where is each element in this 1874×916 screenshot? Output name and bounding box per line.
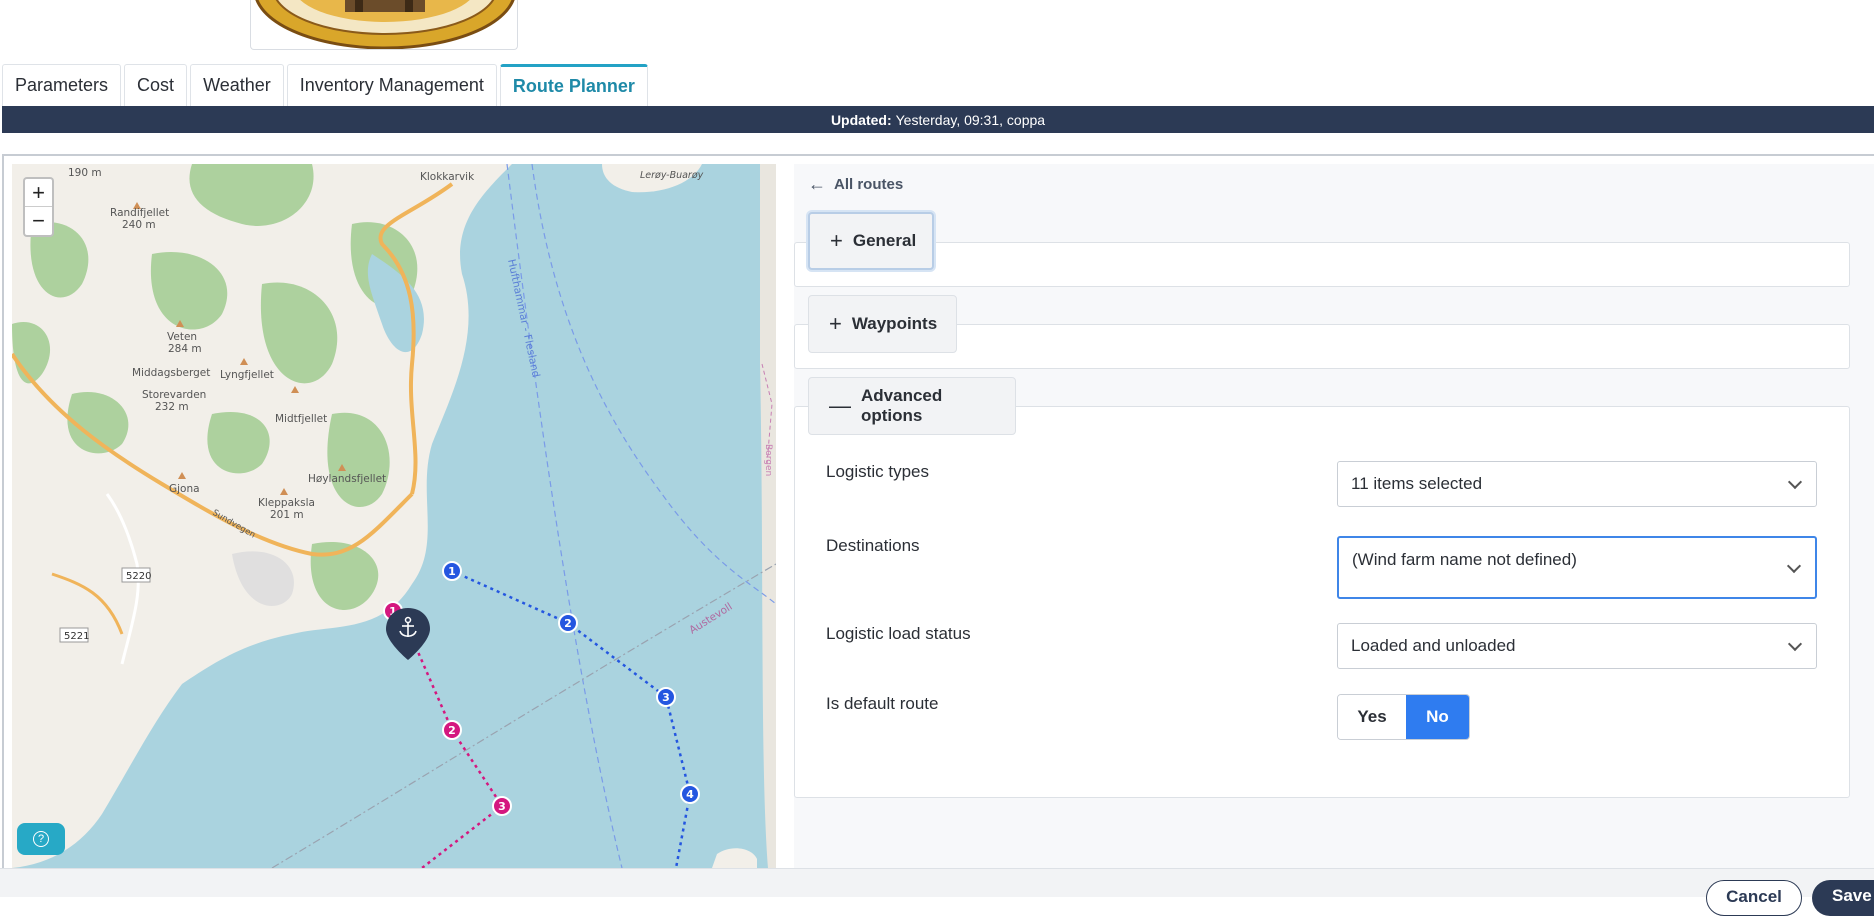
tab-bar: Parameters Cost Weather Inventory Manage… [2,64,648,106]
label-middagsberget: Middagsberget [132,367,210,379]
label-hufthammar: Hufthammar - Flesland [505,258,542,378]
destinations-label: Destinations [826,536,920,555]
footer-bar [0,868,1874,897]
save-button[interactable]: Save [1812,880,1874,916]
default-route-toggle: Yes No [1337,694,1470,740]
blue-waypoint-label: 1 [448,565,456,578]
logistic-types-select[interactable]: 11 items selected [1337,461,1817,507]
label-storevarden-h: 232 m [155,401,189,413]
destinations-select[interactable]: (Wind farm name not defined) [1337,536,1817,599]
destinations-value: (Wind farm name not defined) [1352,550,1577,569]
updated-value: Yesterday, 09:31, coppa [895,111,1046,128]
load-status-select[interactable]: Loaded and unloaded [1337,623,1817,669]
zoom-out-button[interactable]: − [25,207,52,235]
logistic-types-value: 11 items selected [1351,474,1483,493]
general-section-toggle[interactable]: + General [808,212,934,270]
blue-waypoint-label: 4 [686,788,694,801]
default-route-yes-button[interactable]: Yes [1338,695,1406,739]
label-leroy: Lerøy-Buarøy [640,170,704,181]
arrow-left-icon: ← [808,174,826,194]
update-status-bar: Updated: Yesterday, 09:31, coppa [2,106,1874,133]
chevron-down-icon [1786,558,1802,573]
advanced-section-label: Advanced options [861,386,943,425]
help-icon: ? [33,831,49,847]
label-veten: Veten [167,331,197,343]
label-klokkarvik: Klokkarvik [420,171,475,183]
label-road-5220: 5220 [126,571,151,582]
label-bergen: Bergen [763,444,773,476]
general-section-body [794,242,1850,287]
logistic-types-label: Logistic types [826,462,929,481]
plus-icon: + [830,228,843,253]
tab-route-planner[interactable]: Route Planner [499,64,648,106]
label-190m: 190 m [68,167,102,179]
updated-label: Updated: [830,111,892,128]
chevron-down-icon [1787,474,1803,490]
load-status-label: Logistic load status [826,624,971,643]
blue-waypoint-label: 2 [564,617,572,630]
label-hoylandsfjellet: Høylandsfjellet [308,473,386,485]
tab-weather[interactable]: Weather [190,64,284,106]
label-kleppaksla: Kleppaksla [258,497,315,509]
tab-inventory-management[interactable]: Inventory Management [286,64,497,106]
blue-waypoint[interactable]: 2 [558,613,578,633]
land-east-edge [760,164,776,868]
label-austevoll: Austevoll [687,601,734,637]
anchor-icon[interactable] [386,608,430,660]
pink-waypoint-label: 3 [498,800,506,813]
label-kleppaksla-h: 201 m [270,509,304,521]
default-route-no-button[interactable]: No [1406,695,1469,739]
tab-cost[interactable]: Cost [124,64,188,106]
advanced-section-toggle[interactable]: — Advanced options [808,377,1016,435]
waypoints-section-toggle[interactable]: + Waypoints [808,295,957,353]
chevron-down-icon [1787,636,1803,652]
label-randifjellet-h: 240 m [122,219,156,231]
all-routes-label: All routes [834,176,904,193]
plus-icon: + [829,311,842,336]
pink-waypoint[interactable]: 2 [442,720,462,740]
default-route-label: Is default route [826,694,939,713]
blue-waypoint-label: 3 [662,691,670,704]
label-storevarden: Storevarden [142,389,206,401]
help-button[interactable]: ? [17,823,65,855]
blue-waypoint[interactable]: 4 [680,784,700,804]
map-zoom-control: + − [23,177,54,237]
blue-waypoint[interactable]: 3 [656,687,676,707]
minus-icon: — [829,393,851,418]
all-routes-link[interactable]: ← All routes [808,174,903,195]
company-logo [250,0,518,50]
load-status-value: Loaded and unloaded [1351,636,1516,655]
label-randifjellet: Randifjellet [110,207,169,219]
label-midtfjellet: Midtfjellet [275,413,327,425]
label-veten-h: 284 m [168,343,202,355]
cancel-button[interactable]: Cancel [1706,880,1802,916]
label-lyngfjellet: Lyngfjellet [220,369,274,381]
label-gjona: Gjona [169,483,200,495]
route-map[interactable]: Klokkarvik Lerøy-Buarøy 190 m Randifjell… [12,164,776,868]
general-section-label: General [852,231,917,250]
blue-waypoint[interactable]: 1 [442,561,462,581]
label-road-5221: 5221 [64,631,89,642]
tab-parameters[interactable]: Parameters [2,64,122,106]
zoom-in-button[interactable]: + [25,179,52,207]
waypoints-section-label: Waypoints [851,314,938,333]
pink-waypoint[interactable]: 3 [492,796,512,816]
pink-waypoint-label: 2 [448,724,456,737]
